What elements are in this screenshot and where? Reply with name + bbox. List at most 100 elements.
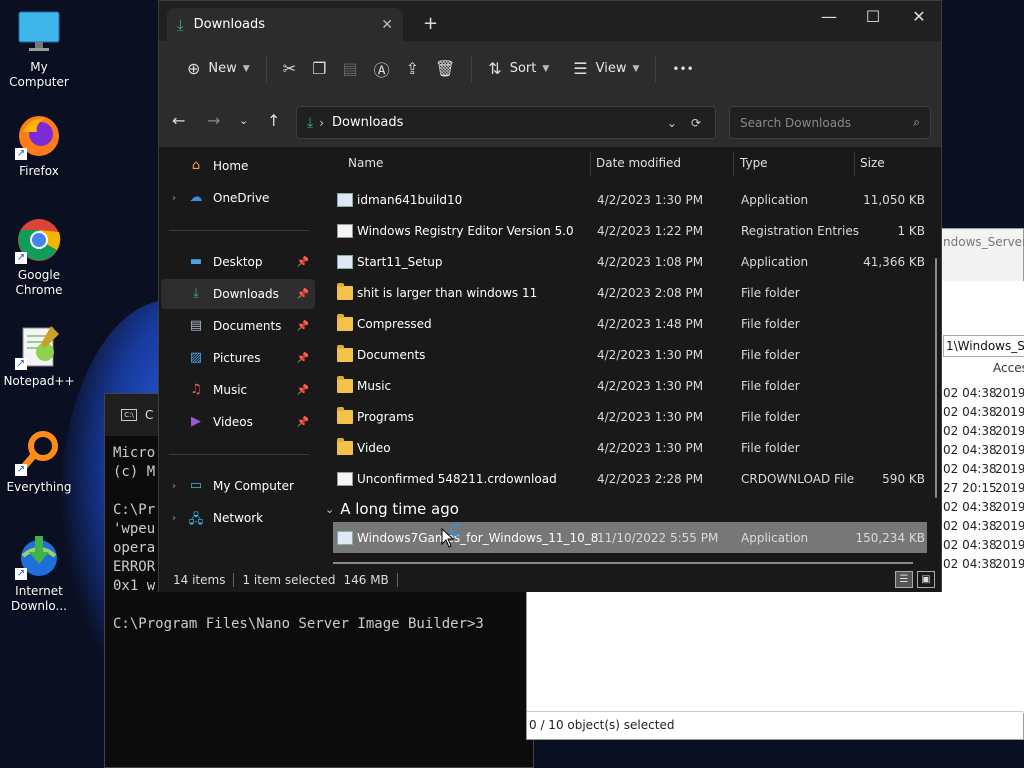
list-cell: 02 04:38 [943, 462, 997, 476]
vertical-scrollbar[interactable] [935, 258, 937, 498]
column-divider[interactable] [733, 152, 734, 176]
list-item[interactable]: 02 04:382019- [943, 500, 1024, 514]
more-options-button[interactable]: ••• [664, 53, 701, 85]
file-row[interactable]: Unconfirmed 548211.crdownload 4/2/2023 2… [333, 463, 927, 494]
file-date: 11/10/2022 5:55 PM [597, 530, 719, 545]
list-item[interactable]: 02 04:382019- [943, 424, 1024, 438]
list-item[interactable]: 02 04:382019- [943, 405, 1024, 419]
file-row[interactable]: Windows Registry Editor Version 5.0 4/2/… [333, 215, 927, 246]
search-icon[interactable]: ⌕ [913, 115, 920, 130]
sidebar-item-onedrive[interactable]: › ☁ OneDrive [161, 183, 315, 213]
breadcrumb[interactable]: Downloads [332, 115, 667, 130]
sidebar-item-downloads[interactable]: ⤓ Downloads 📌 [161, 279, 315, 309]
file-row[interactable]: idman641build10 4/2/2023 1:30 PM Applica… [333, 184, 927, 215]
file-row[interactable]: Programs 4/2/2023 1:30 PM File folder [333, 401, 927, 432]
copy-button[interactable]: ❐ [304, 53, 334, 85]
share-button[interactable]: ⇪ [398, 53, 427, 85]
pin-icon[interactable]: 📌 [297, 385, 309, 396]
file-size: 150,234 KB [855, 530, 925, 545]
file-row[interactable]: Video 4/2/2023 1:30 PM File folder [333, 432, 927, 463]
up-arrow-icon[interactable]: ↑ [267, 111, 280, 130]
list-item[interactable]: 02 04:382019- [943, 538, 1024, 552]
status-divider [396, 572, 398, 587]
pin-icon[interactable]: 📌 [297, 289, 309, 300]
new-button[interactable]: ⊕ New ▼ [179, 53, 258, 85]
maximize-button[interactable]: ☐ [858, 7, 888, 26]
file-row[interactable]: Start11_Setup 4/2/2023 1:08 PM Applicati… [333, 246, 927, 277]
minimize-button[interactable]: — [814, 7, 844, 26]
list-item[interactable]: 02 04:382019- [943, 462, 1024, 476]
chevron-down-icon[interactable]: ⌄ [667, 116, 677, 130]
expand-chevron-icon[interactable]: › [161, 513, 187, 524]
column-header-name[interactable]: Name [348, 156, 383, 170]
view-button[interactable]: ☰ View ▼ [565, 53, 647, 85]
expand-chevron-icon[interactable]: › [161, 193, 187, 204]
desktop-icon-chrome[interactable]: ↗ Google Chrome [0, 216, 78, 298]
list-cell: 2019- [995, 405, 1024, 419]
file-row[interactable]: shit is larger than windows 11 4/2/2023 … [333, 277, 927, 308]
delete-button[interactable]: 🗑 [427, 53, 463, 85]
details-view-icon[interactable]: ☰ [895, 571, 913, 588]
back-arrow-icon[interactable]: ← [172, 111, 185, 130]
cut-button[interactable]: ✂ [275, 53, 304, 85]
desktop-icon-label: Internet Downlo... [11, 584, 67, 613]
file-name: Windows7Games_for_Windows_11_10_8 [357, 530, 599, 545]
desktop-icon-notepad-plus-plus[interactable]: ↗ Notepad++ [0, 322, 78, 389]
path-field[interactable]: 1\Windows_Ser [943, 335, 1024, 357]
column-header-type[interactable]: Type [740, 156, 768, 170]
list-item[interactable]: 27 20:152019- [943, 481, 1024, 495]
file-list[interactable]: Name Date modified Type Size idman641bui… [319, 148, 941, 566]
tab-bar[interactable]: ⤓ Downloads ✕ + — ☐ ✕ [159, 1, 941, 41]
paste-button[interactable]: ▤ [334, 53, 365, 85]
sidebar-item-network[interactable]: › 🖧 Network [161, 503, 315, 533]
sort-label: Sort [509, 61, 537, 76]
sidebar-item-desktop[interactable]: ▬ Desktop 📌 [161, 247, 315, 277]
file-row[interactable]: Compressed 4/2/2023 1:48 PM File folder [333, 308, 927, 339]
file-explorer-window[interactable]: ⤓ Downloads ✕ + — ☐ ✕ ⊕ New ▼ ✂ ❐ ▤ Ⓐ ⇪ … [158, 0, 942, 592]
sidebar-item-home[interactable]: ⌂ Home [161, 151, 315, 181]
tiles-view-icon[interactable]: ▣ [917, 571, 935, 588]
pin-icon[interactable]: 📌 [297, 353, 309, 364]
search-box[interactable]: ⌕ [729, 106, 931, 139]
column-divider[interactable] [590, 152, 591, 176]
column-header-date[interactable]: Date modified [596, 156, 681, 170]
sidebar-item-pictures[interactable]: ▨ Pictures 📌 [161, 343, 315, 373]
file-row[interactable]: Music 4/2/2023 1:30 PM File folder [333, 370, 927, 401]
list-item[interactable]: 02 04:382019- [943, 386, 1024, 400]
column-header-access[interactable]: Acces [993, 361, 1024, 375]
close-tab-icon[interactable]: ✕ [381, 17, 393, 33]
desktop-icon-everything[interactable]: ↗ Everything [0, 428, 78, 495]
column-divider[interactable] [854, 152, 855, 176]
sidebar-item-my-computer[interactable]: › ▭ My Computer [161, 471, 315, 501]
sidebar-item-music[interactable]: ♫ Music 📌 [161, 375, 315, 405]
tab-downloads[interactable]: ⤓ Downloads ✕ [167, 8, 403, 41]
expand-chevron-icon[interactable]: › [161, 481, 187, 492]
list-item[interactable]: 02 04:382019- [943, 557, 1024, 571]
horizontal-scrollbar[interactable] [333, 562, 913, 564]
sidebar-item-videos[interactable]: ▶ Videos 📌 [161, 407, 315, 437]
chevron-down-icon[interactable]: ⌄ [325, 503, 334, 516]
forward-arrow-icon[interactable]: → [207, 111, 220, 130]
column-header-size[interactable]: Size [860, 156, 885, 170]
address-bar[interactable]: ⤓ › Downloads ⌄ ⟳ [296, 106, 716, 139]
desktop-icon-my-computer[interactable]: My Computer [0, 8, 78, 90]
recent-locations-chevron-icon[interactable]: ⌄ [239, 114, 248, 127]
refresh-icon[interactable]: ⟳ [691, 116, 701, 130]
file-row-selected[interactable]: Windows7Games_for_Windows_11_10_8 11/10/… [333, 522, 927, 553]
list-item[interactable]: 02 04:382019- [943, 519, 1024, 533]
sort-button[interactable]: ⇅ Sort ▼ [480, 53, 557, 85]
close-window-button[interactable]: ✕ [904, 7, 934, 26]
new-tab-button[interactable]: + [423, 13, 438, 34]
pin-icon[interactable]: 📌 [297, 417, 309, 428]
sidebar-item-documents[interactable]: ▤ Documents 📌 [161, 311, 315, 341]
music-note-icon: ♫ [190, 382, 202, 397]
group-header[interactable]: ⌄ A long time ago [325, 500, 459, 518]
rename-button[interactable]: Ⓐ [366, 53, 398, 85]
file-row[interactable]: Documents 4/2/2023 1:30 PM File folder [333, 339, 927, 370]
list-item[interactable]: 02 04:382019- [943, 443, 1024, 457]
search-input[interactable] [740, 115, 914, 130]
pin-icon[interactable]: 📌 [297, 257, 309, 268]
pin-icon[interactable]: 📌 [297, 321, 309, 332]
desktop-icon-firefox[interactable]: ↗ Firefox [0, 112, 78, 179]
desktop-icon-internet-download-manager[interactable]: ↗ Internet Downlo... [0, 532, 78, 614]
